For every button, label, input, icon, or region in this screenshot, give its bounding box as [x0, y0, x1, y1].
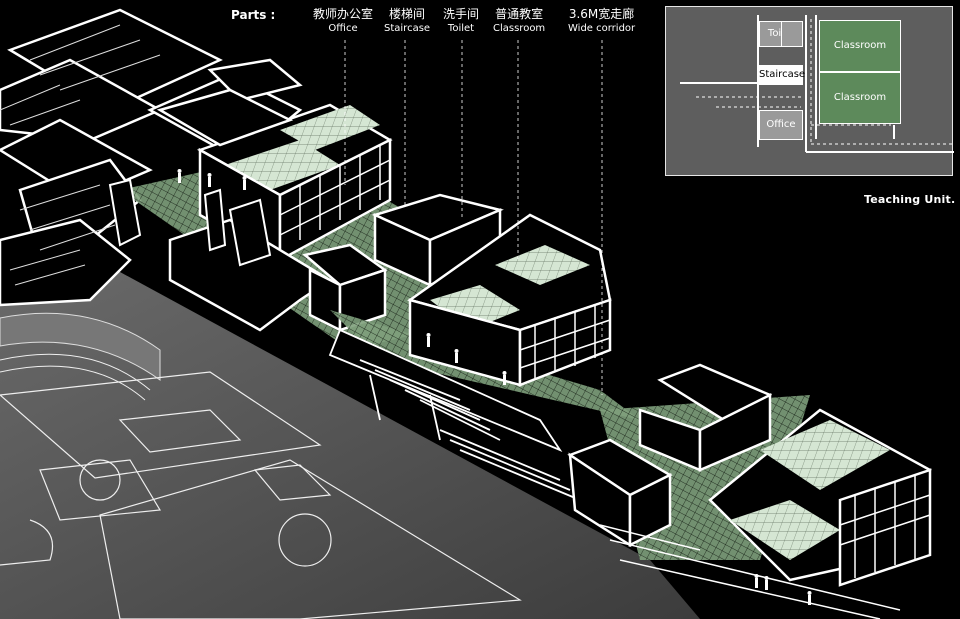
legend-office-en: Office [328, 23, 358, 34]
legend-staircase-en: Staircase [384, 23, 431, 34]
plan-staircase: Staircase [759, 65, 806, 85]
architecture-diagram: { "legend": { "title": "Parts :", "items… [0, 0, 960, 619]
legend-title: Parts : [231, 8, 276, 22]
legend-toilet-en: Toilet [447, 23, 475, 34]
plan-office-room: Office [759, 110, 803, 140]
plan-classroom-bottom-label: Classroom [833, 92, 887, 103]
legend-item-corridor: 3.6M宽走廊 Wide corridor [568, 7, 635, 36]
plan-classroom-bottom: Classroom [819, 72, 901, 124]
plan-classroom-top-label: Classroom [833, 40, 887, 51]
legend-item-office: 教师办公室 Office [313, 7, 373, 36]
legend-office-zh: 教师办公室 [313, 7, 374, 21]
unit-plan-lines [680, 15, 954, 153]
legend-item-classroom: 普通教室 Classroom [493, 7, 545, 36]
legend-classroom-zh: 普通教室 [495, 7, 544, 21]
plan-staircase-label: Staircase [759, 69, 806, 80]
plan-toilet-stall [781, 21, 803, 47]
unit-plan-inset: Toilet Staircase Office Classroom Classr… [665, 6, 954, 176]
plan-classroom-top: Classroom [819, 20, 901, 72]
unit-plan-caption: Teaching Unit. [864, 193, 956, 206]
legend-item-toilet: 洗手间 Toilet [443, 7, 479, 36]
legend-item-staircase: 楼梯间 Staircase [384, 7, 430, 36]
legend-corridor-zh: 3.6M宽走廊 [568, 7, 635, 21]
legend-classroom-en: Classroom [493, 23, 546, 34]
legend-staircase-zh: 楼梯间 [389, 7, 426, 21]
legend-corridor-en: Wide corridor [568, 23, 636, 34]
plan-office-label: Office [766, 119, 796, 130]
legend-toilet-zh: 洗手间 [443, 7, 480, 21]
